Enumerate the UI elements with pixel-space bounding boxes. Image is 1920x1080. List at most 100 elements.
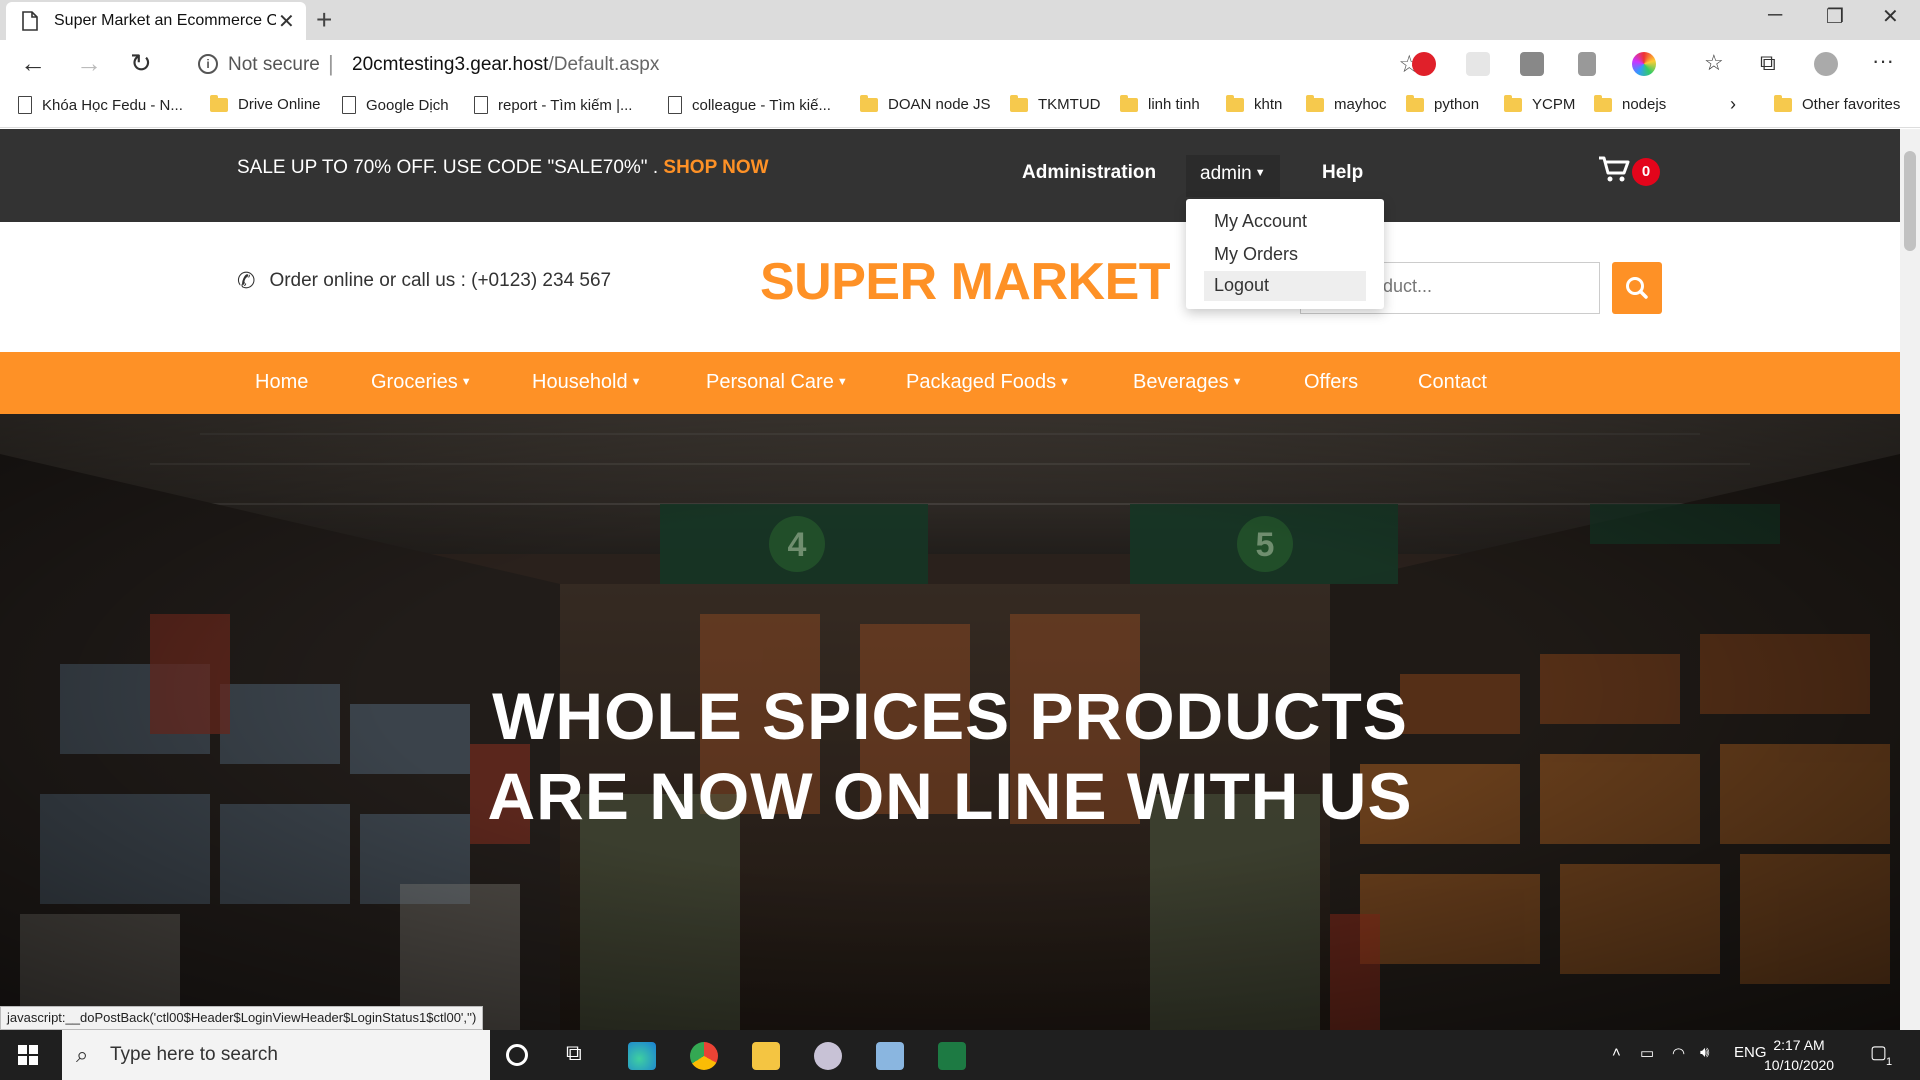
search-icon xyxy=(1626,277,1648,299)
address-bar[interactable]: i Not secure | 20cmtesting3.gear.host/De… xyxy=(180,45,1420,83)
battery-icon[interactable]: ▭ xyxy=(1640,1044,1654,1062)
nav-contact[interactable]: Contact xyxy=(1418,371,1487,394)
nav-label: Packaged Foods xyxy=(906,371,1057,393)
favorites-icon[interactable]: ☆ xyxy=(1704,50,1724,76)
taskbar-search-box[interactable]: ⌕ Type here to search xyxy=(62,1030,490,1080)
new-tab-icon[interactable]: + xyxy=(316,4,332,36)
my-orders-link[interactable]: My Orders xyxy=(1204,240,1366,270)
bookmark-item[interactable]: nodejs xyxy=(1594,94,1666,113)
folder-icon xyxy=(1406,94,1424,112)
refresh-icon[interactable]: ↻ xyxy=(130,48,152,79)
administration-link[interactable]: Administration xyxy=(1022,162,1156,184)
site-topbar: SALE UP TO 70% OFF. USE CODE "SALE70%" .… xyxy=(0,129,1900,222)
notification-icon[interactable]: ▢ xyxy=(1870,1042,1887,1063)
info-icon[interactable]: i xyxy=(198,54,218,74)
clock-time: 2:17 AM xyxy=(1773,1037,1825,1053)
security-label: Not secure xyxy=(228,54,320,75)
scrollbar-thumb[interactable] xyxy=(1904,151,1916,251)
caret-down-icon: ▼ xyxy=(1059,376,1070,388)
cart-icon[interactable] xyxy=(1598,155,1630,190)
excel-icon[interactable] xyxy=(938,1042,966,1070)
back-icon[interactable]: ← xyxy=(20,48,46,79)
page-icon xyxy=(18,96,32,114)
browser-tab[interactable]: Super Market an Ecommerce Onl ✕ xyxy=(6,2,306,40)
my-account-link[interactable]: My Account xyxy=(1204,207,1366,237)
url-host: 20cmtesting3.gear.host xyxy=(352,54,549,75)
tray-chevron-up-icon[interactable]: ˄ xyxy=(1612,1044,1621,1061)
bookmark-item[interactable]: colleague - Tìm kiế... xyxy=(668,96,831,114)
bookmarks-overflow-chevron-icon[interactable]: › xyxy=(1730,94,1736,115)
color-picker-icon[interactable] xyxy=(1632,52,1656,76)
restore-icon[interactable]: ❐ xyxy=(1826,4,1844,29)
clock-date: 10/10/2020 xyxy=(1764,1057,1835,1073)
paint-icon[interactable] xyxy=(814,1042,842,1070)
nav-beverages[interactable]: Beverages ▼ xyxy=(1133,371,1243,394)
wifi-icon[interactable]: ◠ xyxy=(1672,1044,1685,1062)
tab-title: Super Market an Ecommerce Onl xyxy=(54,12,276,29)
extension-icon[interactable] xyxy=(1466,52,1490,76)
caret-down-icon: ▼ xyxy=(460,376,472,388)
user-menu-toggle[interactable]: admin ▼ xyxy=(1186,155,1280,197)
nav-packaged-foods[interactable]: Packaged Foods ▼ xyxy=(906,371,1070,394)
task-view-icon[interactable]: ⧉ xyxy=(566,1040,594,1068)
bookmark-item[interactable]: Khóa Học Fedu - N... xyxy=(18,96,183,114)
bookmark-label: Google Dịch xyxy=(366,96,449,114)
edge-browser-icon[interactable] xyxy=(628,1042,656,1070)
windows-start-icon[interactable] xyxy=(18,1045,38,1065)
page-icon xyxy=(474,96,488,114)
adblock-icon[interactable] xyxy=(1412,52,1436,76)
code-extension-icon[interactable] xyxy=(1578,52,1596,76)
help-link[interactable]: Help xyxy=(1322,162,1363,184)
search-button[interactable] xyxy=(1612,262,1662,314)
page-icon xyxy=(342,96,356,114)
promo-text: SALE UP TO 70% OFF. USE CODE "SALE70%" . xyxy=(237,157,659,178)
site-logo[interactable]: SUPER MARKET xyxy=(760,252,1171,312)
nav-home[interactable]: Home xyxy=(255,371,308,394)
bookmark-item[interactable]: YCPM xyxy=(1504,94,1575,113)
bookmark-item[interactable]: python xyxy=(1406,94,1480,113)
nav-household[interactable]: Household ▼ xyxy=(532,371,642,394)
nav-offers[interactable]: Offers xyxy=(1304,371,1358,394)
file-explorer-icon[interactable] xyxy=(752,1042,780,1070)
minimize-icon[interactable]: ─ xyxy=(1768,4,1782,27)
collections-icon[interactable]: ⧉ xyxy=(1760,50,1776,76)
volume-icon[interactable]: 🔊︎ xyxy=(1700,1044,1709,1061)
phone-icon: ✆ xyxy=(237,268,256,293)
page-icon xyxy=(22,11,38,36)
profile-avatar[interactable] xyxy=(1814,52,1838,76)
bookmark-item[interactable]: report - Tìm kiếm |... xyxy=(474,96,632,114)
bookmark-item[interactable]: TKMTUD xyxy=(1010,94,1101,113)
bookmark-item[interactable]: DOAN node JS xyxy=(860,94,991,113)
nav-personal-care[interactable]: Personal Care ▼ xyxy=(706,371,848,394)
bookmark-label: khtn xyxy=(1254,96,1283,113)
logout-link[interactable]: Logout xyxy=(1204,271,1366,301)
hero-line-1: WHOLE SPICES PRODUCTS xyxy=(492,679,1408,753)
hero-banner: 4 5 WHOLE SPICES PRODUCTS ARE NOW ON LIN… xyxy=(0,414,1900,1030)
bookmark-item[interactable]: Drive Online xyxy=(210,94,321,113)
system-clock[interactable]: 2:17 AM 10/10/2020 xyxy=(1764,1035,1834,1075)
bookmark-item[interactable]: mayhoc xyxy=(1306,94,1387,113)
bookmark-item[interactable]: Google Dịch xyxy=(342,96,449,114)
page-scrollbar[interactable] xyxy=(1900,129,1920,1030)
folder-icon xyxy=(1774,94,1792,112)
forward-icon[interactable]: → xyxy=(76,48,102,79)
bookmark-item[interactable]: Other favorites xyxy=(1774,94,1900,113)
cube-extension-icon[interactable] xyxy=(1520,52,1544,76)
bookmark-item[interactable]: khtn xyxy=(1226,94,1283,113)
close-window-icon[interactable]: ✕ xyxy=(1882,4,1899,29)
notepad-icon[interactable] xyxy=(876,1042,904,1070)
nav-groceries[interactable]: Groceries ▼ xyxy=(371,371,472,394)
page-icon xyxy=(668,96,682,114)
more-menu-icon[interactable]: ··· xyxy=(1872,48,1894,74)
bookmark-item[interactable]: linh tinh xyxy=(1120,94,1200,113)
input-language[interactable]: ENG xyxy=(1734,1044,1767,1061)
cortana-icon[interactable] xyxy=(506,1044,528,1066)
main-navigation: Home Groceries ▼ Household ▼ Personal Care… xyxy=(0,352,1900,414)
shop-now-link[interactable]: SHOP NOW xyxy=(663,157,768,178)
close-tab-icon[interactable]: ✕ xyxy=(278,9,295,34)
cart-count-badge[interactable]: 0 xyxy=(1632,158,1660,186)
url-text[interactable]: 20cmtesting3.gear.host/Default.aspx xyxy=(352,54,659,76)
bookmark-label: python xyxy=(1434,96,1480,113)
search-icon: ⌕ xyxy=(76,1042,89,1067)
chrome-icon[interactable] xyxy=(690,1042,718,1070)
